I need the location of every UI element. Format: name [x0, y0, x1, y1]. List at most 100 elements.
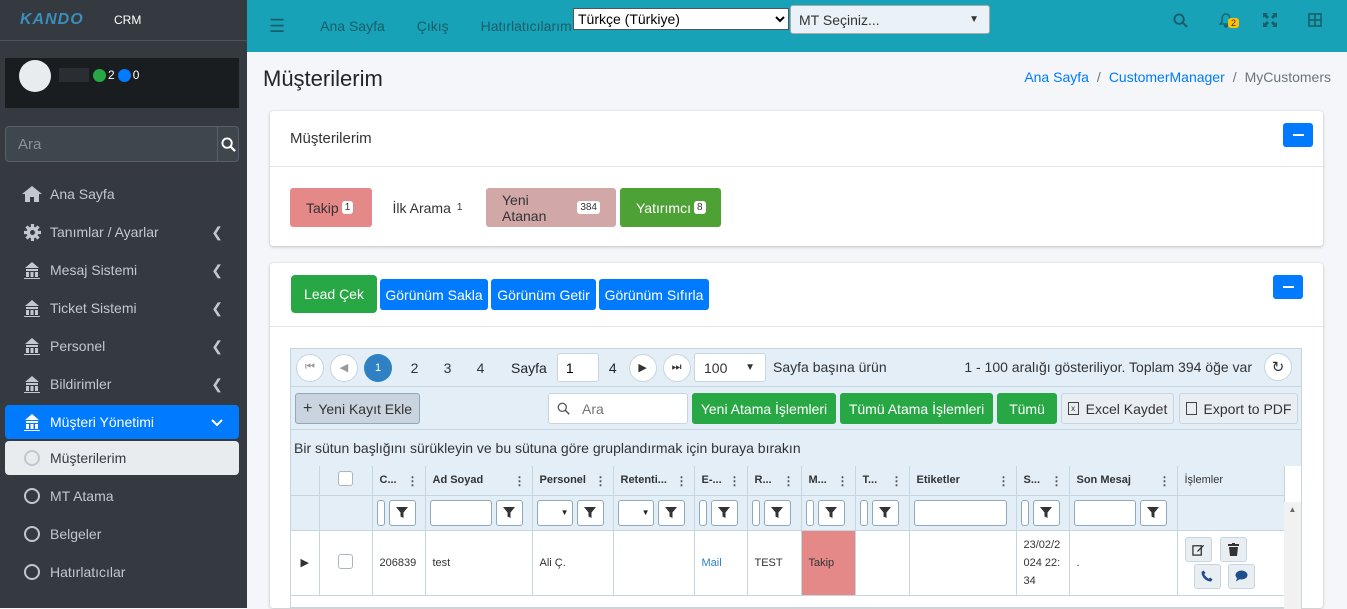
column-menu-icon[interactable]: ⋮: [676, 474, 688, 488]
page-size-select[interactable]: 100 ▼: [694, 353, 766, 382]
sidebar-item-reminders[interactable]: Hatırlatıcılar: [5, 553, 239, 591]
column-header[interactable]: Son Mesaj ⋮: [1069, 466, 1178, 496]
filter-icon[interactable]: [495, 499, 523, 526]
filter-input[interactable]: [376, 499, 385, 526]
trash-icon[interactable]: [1219, 536, 1247, 562]
filter-input[interactable]: [751, 499, 760, 526]
last-page-icon[interactable]: ⏭: [662, 353, 691, 382]
filter-input[interactable]: [805, 499, 814, 526]
column-menu-icon[interactable]: ⋮: [1051, 474, 1063, 488]
comment-icon[interactable]: [1227, 563, 1255, 589]
select-all-checkbox[interactable]: [338, 471, 353, 487]
lead-button[interactable]: Lead Çek: [291, 275, 377, 313]
add-record-button[interactable]: + Yeni Kayıt Ekle: [295, 393, 420, 424]
top-link-home[interactable]: Ana Sayfa: [320, 18, 385, 34]
prev-page-icon[interactable]: ◀: [330, 353, 358, 382]
sidebar-item-mt-assign[interactable]: MT Atama: [5, 477, 239, 515]
filter-input[interactable]: [913, 499, 1007, 526]
pdf-export-button[interactable]: Export to PDF: [1179, 393, 1298, 424]
group-drop-area[interactable]: Bir sütun başlığını sürükleyin ve bu süt…: [291, 429, 1301, 466]
filter-icon[interactable]: [871, 499, 899, 526]
collapse-grid-card-button[interactable]: [1273, 275, 1303, 299]
mt-select[interactable]: MT Seçiniz... ▼: [790, 5, 990, 34]
filter-icon[interactable]: [1032, 499, 1060, 526]
sidebar-item-customer-management[interactable]: Müşteri Yönetimi: [5, 405, 239, 439]
all-button[interactable]: Tümü: [997, 393, 1057, 424]
filter-dropdown[interactable]: ▼: [617, 499, 654, 526]
column-header[interactable]: R... ⋮: [747, 466, 802, 496]
page-input[interactable]: [556, 353, 599, 382]
column-header[interactable]: C... ⋮: [372, 466, 426, 496]
scroll-up-icon[interactable]: ▲: [1284, 505, 1301, 514]
page-button[interactable]: 4: [464, 360, 497, 376]
breadcrumb-home[interactable]: Ana Sayfa: [1024, 69, 1089, 85]
status-tag-ilk-arama[interactable]: İlk Arama 1: [376, 188, 482, 227]
filter-icon[interactable]: [763, 499, 791, 526]
page-button[interactable]: 1: [364, 353, 392, 382]
column-menu-icon[interactable]: ⋮: [998, 474, 1010, 488]
column-menu-icon[interactable]: ⋮: [783, 474, 795, 488]
collapse-status-card-button[interactable]: [1283, 123, 1313, 147]
status-tag-yeni-atanan[interactable]: Yeni Atanan 384: [486, 188, 616, 227]
first-page-icon[interactable]: ⏮: [296, 353, 324, 382]
sidebar-search-button[interactable]: [217, 127, 238, 161]
sidebar-item-notifications[interactable]: Bildirimler ❮: [5, 365, 239, 403]
edit-icon[interactable]: [1184, 536, 1212, 562]
grid-icon[interactable]: [1308, 13, 1322, 30]
filter-input[interactable]: [1020, 499, 1029, 526]
page-button[interactable]: 3: [431, 360, 464, 376]
user-name[interactable]: [59, 68, 89, 82]
column-menu-icon[interactable]: ⋮: [729, 474, 741, 488]
column-menu-icon[interactable]: ⋮: [891, 474, 903, 488]
brand[interactable]: KANDO CRM: [0, 0, 247, 41]
table-row[interactable]: ▶ 206839 test Ali Ç. Mail TEST Takip 23/…: [291, 530, 1285, 596]
column-menu-icon[interactable]: ⋮: [514, 474, 526, 488]
filter-icon[interactable]: [657, 499, 685, 526]
column-menu-icon[interactable]: ⋮: [837, 474, 849, 488]
column-header[interactable]: Ad Soyad ⋮: [425, 466, 533, 496]
filter-icon[interactable]: [388, 499, 416, 526]
status-tag-takip[interactable]: Takip 1: [290, 188, 372, 227]
filter-icon[interactable]: [576, 499, 604, 526]
save-view-button[interactable]: Görünüm Sakla: [380, 279, 488, 310]
excel-export-button[interactable]: x Excel Kaydet: [1061, 393, 1174, 424]
search-icon[interactable]: [1173, 13, 1188, 31]
column-header[interactable]: E-... ⋮: [694, 466, 748, 496]
column-menu-icon[interactable]: ⋮: [407, 474, 419, 488]
column-header[interactable]: Personel ⋮: [532, 466, 614, 496]
filter-input[interactable]: [429, 499, 492, 526]
sidebar-item-documents[interactable]: Belgeler: [5, 515, 239, 553]
phone-icon[interactable]: [1193, 563, 1221, 589]
reset-view-button[interactable]: Görünüm Sıfırla: [599, 279, 709, 310]
status-tag-yatirimci[interactable]: Yatırımcı 8: [620, 188, 721, 227]
top-link-reminders[interactable]: Hatırlatıcılarım: [481, 18, 572, 34]
sidebar-item-personnel[interactable]: Personel ❮: [5, 327, 239, 365]
new-assign-button[interactable]: Yeni Atama İşlemleri: [692, 393, 836, 424]
sidebar-search-input[interactable]: [6, 127, 217, 161]
sidebar-item-tickets[interactable]: Ticket Sistemi ❮: [5, 289, 239, 327]
filter-icon[interactable]: [1139, 499, 1167, 526]
sidebar-item-messages[interactable]: Mesaj Sistemi ❮: [5, 251, 239, 289]
column-header[interactable]: S... ⋮: [1016, 466, 1070, 496]
sidebar-item-home[interactable]: Ana Sayfa: [5, 175, 239, 213]
filter-icon[interactable]: [817, 499, 845, 526]
filter-input[interactable]: [1073, 499, 1136, 526]
filter-input[interactable]: [859, 499, 868, 526]
avatar[interactable]: [19, 60, 51, 92]
column-menu-icon[interactable]: ⋮: [595, 474, 607, 488]
expand-row-icon[interactable]: ▶: [291, 530, 320, 596]
next-page-icon[interactable]: ▶: [628, 353, 657, 382]
language-select[interactable]: Türkçe (Türkiye): [573, 8, 789, 30]
column-header[interactable]: T... ⋮: [855, 466, 910, 496]
filter-input[interactable]: [698, 499, 707, 526]
column-menu-icon[interactable]: ⋮: [1159, 474, 1171, 488]
load-view-button[interactable]: Görünüm Getir: [491, 279, 596, 310]
filter-icon[interactable]: [710, 499, 738, 526]
top-link-logout[interactable]: Çıkış: [417, 18, 449, 34]
refresh-icon[interactable]: ↻: [1264, 353, 1292, 381]
page-button[interactable]: 2: [398, 360, 431, 376]
table-scrollbar[interactable]: ▲: [1284, 502, 1301, 609]
sidebar-item-my-customers[interactable]: Müşterilerim: [5, 441, 239, 475]
grid-search[interactable]: [548, 393, 688, 424]
column-header[interactable]: M... ⋮: [801, 466, 856, 496]
